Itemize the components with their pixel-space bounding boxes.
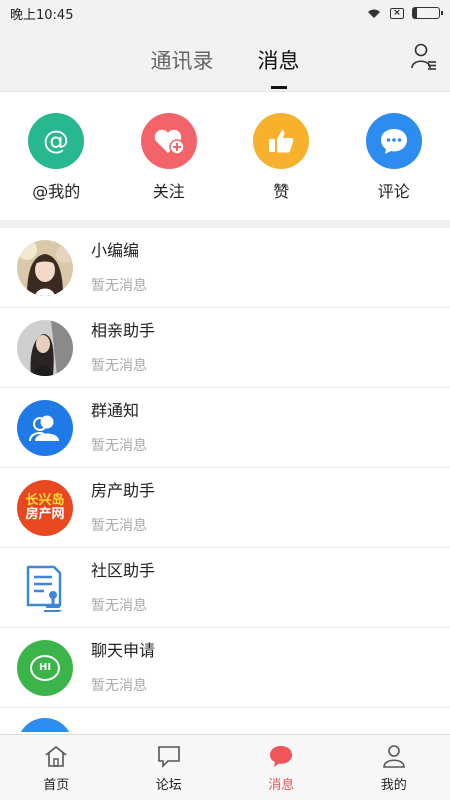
contacts-list-icon[interactable] bbox=[410, 42, 438, 72]
comment-icon bbox=[365, 113, 422, 169]
bottom-tabbar: 首页 论坛 消息 我的 bbox=[0, 734, 450, 800]
document-stamp-icon bbox=[17, 559, 73, 616]
item-title: 聊天申请 bbox=[91, 640, 156, 660]
house-logo: 长兴岛 房产网 bbox=[17, 479, 73, 536]
message-list: 小编编 暂无消息 相亲助手 暂无消息 群通知 暂无消息 长兴岛 房产网 房产助手… bbox=[0, 228, 450, 732]
list-item[interactable]: HI 聊天申请 暂无消息 bbox=[0, 628, 450, 708]
list-item[interactable]: 群通知 暂无消息 bbox=[0, 388, 450, 468]
list-item-partial[interactable] bbox=[0, 708, 450, 732]
item-title: 群通知 bbox=[91, 400, 140, 420]
tab-messages[interactable]: 消息 bbox=[257, 43, 300, 89]
quick-action-label: 评论 bbox=[377, 182, 410, 201]
tabbar-item-messages[interactable]: 消息 bbox=[225, 735, 338, 800]
forum-icon bbox=[157, 746, 180, 768]
quick-action-label: 关注 bbox=[152, 182, 185, 201]
battery-icon bbox=[412, 7, 443, 19]
no-sim-icon: × bbox=[390, 7, 404, 19]
item-subtitle: 暂无消息 bbox=[91, 357, 147, 374]
profile-icon bbox=[382, 745, 405, 768]
active-tab-indicator bbox=[270, 85, 287, 89]
item-title: 相亲助手 bbox=[91, 320, 156, 340]
item-subtitle: 暂无消息 bbox=[91, 517, 147, 534]
item-subtitle: 暂无消息 bbox=[91, 677, 147, 694]
tabbar-item-forum[interactable]: 论坛 bbox=[113, 735, 226, 800]
list-item[interactable]: 长兴岛 房产网 房产助手 暂无消息 bbox=[0, 468, 450, 548]
item-title: 房产助手 bbox=[91, 480, 156, 500]
quick-action-mentions[interactable]: @ @我的 bbox=[11, 113, 101, 202]
chat-hi-text: HI bbox=[38, 662, 52, 673]
list-item[interactable]: 相亲助手 暂无消息 bbox=[0, 308, 450, 388]
status-time: 晚上10:45 bbox=[10, 7, 74, 23]
message-icon bbox=[270, 746, 293, 767]
chat-hi-icon: HI bbox=[17, 639, 73, 696]
status-icons: × bbox=[366, 7, 443, 19]
list-item[interactable]: 小编编 暂无消息 bbox=[0, 228, 450, 308]
quick-action-follow[interactable]: 关注 bbox=[124, 113, 214, 202]
tabbar-label: 首页 bbox=[43, 778, 70, 793]
header: 通讯录 消息 bbox=[0, 26, 450, 92]
item-title: 小编编 bbox=[91, 240, 140, 260]
woman-photo-avatar bbox=[17, 319, 73, 376]
thumbs-up-icon bbox=[253, 113, 310, 169]
at-icon: @ bbox=[28, 113, 85, 169]
heart-plus-icon bbox=[140, 113, 197, 169]
quick-action-likes[interactable]: 赞 bbox=[236, 113, 326, 202]
wifi-icon bbox=[368, 9, 380, 18]
tab-contacts-label: 通讯录 bbox=[150, 48, 214, 73]
quick-action-label: 赞 bbox=[273, 182, 290, 201]
tabbar-label: 我的 bbox=[380, 778, 407, 793]
section-divider bbox=[0, 220, 450, 228]
group-icon bbox=[17, 399, 73, 456]
quick-action-comments[interactable]: 评论 bbox=[349, 113, 439, 202]
logo-text: 房产网 bbox=[25, 506, 65, 522]
tabbar-item-profile[interactable]: 我的 bbox=[338, 735, 450, 800]
avatar bbox=[17, 319, 73, 376]
quick-actions: @ @我的 关注 赞 评论 bbox=[0, 92, 450, 220]
tab-messages-label: 消息 bbox=[257, 48, 300, 73]
tabbar-label: 消息 bbox=[268, 778, 295, 793]
girl-photo-avatar bbox=[17, 239, 73, 296]
item-title: 社区助手 bbox=[91, 560, 156, 580]
item-subtitle: 暂无消息 bbox=[91, 597, 147, 614]
tab-contacts[interactable]: 通讯录 bbox=[151, 43, 214, 75]
item-subtitle: 暂无消息 bbox=[91, 437, 147, 454]
logo-text: 长兴岛 bbox=[25, 492, 65, 508]
svg-text:@: @ bbox=[43, 126, 69, 156]
status-bar: 晚上10:45 × bbox=[0, 0, 450, 26]
item-subtitle: 暂无消息 bbox=[91, 277, 147, 294]
tabbar-label: 论坛 bbox=[155, 778, 182, 793]
avatar bbox=[17, 718, 73, 732]
list-item[interactable]: 社区助手 暂无消息 bbox=[0, 548, 450, 628]
home-icon bbox=[45, 745, 67, 767]
quick-action-label: @我的 bbox=[32, 182, 81, 201]
avatar bbox=[17, 239, 73, 296]
tabbar-item-home[interactable]: 首页 bbox=[0, 735, 113, 800]
